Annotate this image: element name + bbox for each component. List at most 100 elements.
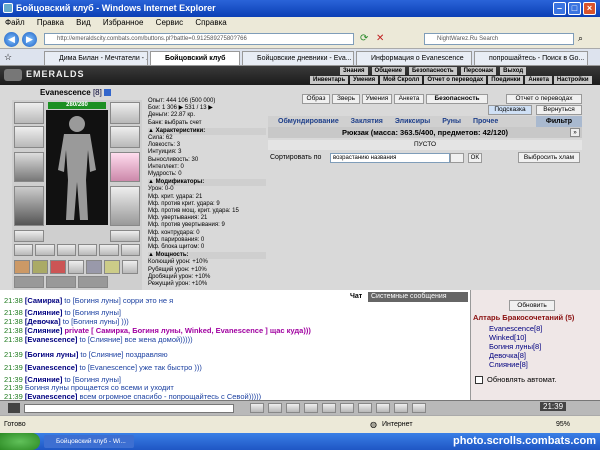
member-item[interactable]: Evanescence[8] xyxy=(489,324,542,333)
taskbar-item[interactable]: Бойцовский клуб - Wi... xyxy=(44,435,134,448)
hint-button[interactable]: Подсказка xyxy=(488,105,532,115)
helmet-slot[interactable] xyxy=(14,102,44,124)
chat-tab[interactable]: Чат xyxy=(350,292,362,302)
profile-button[interactable]: Анкета xyxy=(394,94,424,104)
refresh-button[interactable]: Обновить xyxy=(509,300,555,311)
topnav-profile[interactable]: Анкета xyxy=(525,76,552,84)
menu-help[interactable]: Справка xyxy=(195,18,226,27)
expand-icon[interactable]: » xyxy=(570,128,580,137)
toolbar-button[interactable] xyxy=(376,403,390,413)
menu-edit[interactable]: Правка xyxy=(37,18,64,27)
auto-refresh-checkbox[interactable] xyxy=(475,376,483,384)
start-button[interactable] xyxy=(0,433,40,450)
forward-arrow-icon[interactable]: ▶ xyxy=(22,32,37,47)
scroll-slot-3[interactable] xyxy=(50,260,66,274)
back-arrow-icon[interactable]: ◀ xyxy=(4,32,19,47)
toolbar-button[interactable] xyxy=(304,403,318,413)
message-nick[interactable]: [Слияние] xyxy=(25,308,62,317)
ring-slot-5[interactable] xyxy=(99,244,119,256)
scroll-slot-4[interactable] xyxy=(68,260,84,274)
message-nick[interactable]: [Evanescence] xyxy=(25,335,78,344)
message-nick[interactable]: [Девочка] xyxy=(25,317,61,326)
transfers-report-button[interactable]: Отчет о переводах xyxy=(506,94,582,104)
topnav-character[interactable]: Персонаж xyxy=(460,67,497,75)
toolbar-button[interactable] xyxy=(340,403,354,413)
shield-slot[interactable] xyxy=(110,186,140,226)
toolbar-icon[interactable] xyxy=(8,403,20,413)
toolbar-button[interactable] xyxy=(322,403,336,413)
toolbar-button[interactable] xyxy=(358,403,372,413)
ring-slot-1[interactable] xyxy=(14,244,34,256)
topnav-knowledge[interactable]: Знания xyxy=(340,67,368,75)
tab-combats[interactable]: Бойцовский клуб xyxy=(150,51,240,65)
ring-slot-3[interactable] xyxy=(56,244,76,256)
tab-spells[interactable]: Заклятия xyxy=(351,118,383,125)
topnav-inventory[interactable]: Инвентарь xyxy=(310,76,349,84)
tab-info[interactable]: Информация о Evanescence xyxy=(356,51,472,65)
toolbar-button[interactable] xyxy=(394,403,408,413)
toolbar-button[interactable] xyxy=(412,403,426,413)
sort-ok-button[interactable] xyxy=(450,153,464,163)
tab-search[interactable]: попрошайтесь - Поиск в Go... xyxy=(474,51,588,65)
maximize-button[interactable]: □ xyxy=(568,2,581,15)
topnav-transfers[interactable]: Отчет о переводах xyxy=(424,76,487,84)
address-input[interactable]: http://emeraldscity.combats.com/buttons.… xyxy=(44,33,354,45)
item-slot-b[interactable] xyxy=(46,276,76,288)
image-button[interactable]: Образ xyxy=(302,94,330,104)
tab-equipment[interactable]: Обмундирование xyxy=(278,118,339,125)
topnav-security[interactable]: Безопасность xyxy=(408,67,457,75)
ring-slot-6[interactable] xyxy=(120,244,140,256)
menu-favorites[interactable]: Избранное xyxy=(103,18,144,27)
belt-slot[interactable] xyxy=(14,230,44,242)
scroll-slot-5[interactable] xyxy=(86,260,102,274)
earrings-slot[interactable] xyxy=(110,102,140,124)
modifiers-header[interactable]: ▲ Модификаторы: xyxy=(148,179,266,187)
stat-line[interactable]: Банк: выбрать счет xyxy=(148,120,266,127)
return-button[interactable]: Вернуться xyxy=(536,105,582,115)
item-slot-a[interactable] xyxy=(14,276,44,288)
weapon-slot[interactable] xyxy=(14,152,44,182)
info-icon[interactable] xyxy=(104,89,112,97)
close-button[interactable]: × xyxy=(583,2,596,15)
tab-music[interactable]: Дима Билан - Мечтатели - ... xyxy=(44,51,148,65)
tab-elixirs[interactable]: Эликсиры xyxy=(395,118,430,125)
scroll-slot-2[interactable] xyxy=(32,260,48,274)
member-item[interactable]: Слияние[8] xyxy=(489,360,542,369)
characteristics-header[interactable]: ▲ Характеристики: xyxy=(148,127,266,136)
pet-button[interactable]: Зверь xyxy=(332,94,360,104)
member-item[interactable]: Winked[10] xyxy=(489,333,542,342)
menu-tools[interactable]: Сервис xyxy=(156,18,183,27)
system-messages-tab[interactable]: Системные сообщения xyxy=(368,292,468,302)
topnav-social[interactable]: Общение xyxy=(371,67,405,75)
stop-icon[interactable]: ✕ xyxy=(376,33,388,45)
tab-diaries[interactable]: Бойцовские дневники - Eva... xyxy=(242,51,354,65)
skills-button[interactable]: Умения xyxy=(362,94,392,104)
toolbar-button[interactable] xyxy=(286,403,300,413)
member-item[interactable]: Девочка[8] xyxy=(489,351,542,360)
ok-button[interactable]: OK xyxy=(468,153,482,163)
pet-slot[interactable] xyxy=(110,152,140,182)
topnav-fights[interactable]: Поединки xyxy=(488,76,524,84)
tab-runes[interactable]: Руны xyxy=(442,118,461,125)
item-slot-c[interactable] xyxy=(78,276,108,288)
member-item[interactable]: Богиня луны[8] xyxy=(489,342,542,351)
topnav-settings[interactable]: Настройки xyxy=(553,76,592,84)
zoom-level[interactable]: 95% xyxy=(556,416,570,434)
toolbar-button[interactable] xyxy=(250,403,264,413)
minimize-button[interactable]: – xyxy=(553,2,566,15)
scroll-slot-1[interactable] xyxy=(14,260,30,274)
armor-slot[interactable] xyxy=(14,186,44,226)
topnav-scroll[interactable]: Мой Скролл xyxy=(380,76,423,84)
refresh-icon[interactable]: ⟳ xyxy=(360,33,372,45)
toolbar-button[interactable] xyxy=(268,403,282,413)
menu-view[interactable]: Вид xyxy=(76,18,90,27)
menu-file[interactable]: Файл xyxy=(5,18,25,27)
message-nick[interactable]: [Слияние] xyxy=(25,326,62,335)
discard-junk-button[interactable]: Выбросить хлам xyxy=(518,152,580,163)
gloves-slot[interactable] xyxy=(110,126,140,148)
ring-slot-4[interactable] xyxy=(77,244,98,256)
tab-other[interactable]: Прочее xyxy=(473,118,498,125)
search-input[interactable]: NightWarez.Ru Search xyxy=(424,33,574,45)
chat-input[interactable] xyxy=(24,404,234,413)
message-nick[interactable]: [Evanescence] xyxy=(25,363,78,372)
